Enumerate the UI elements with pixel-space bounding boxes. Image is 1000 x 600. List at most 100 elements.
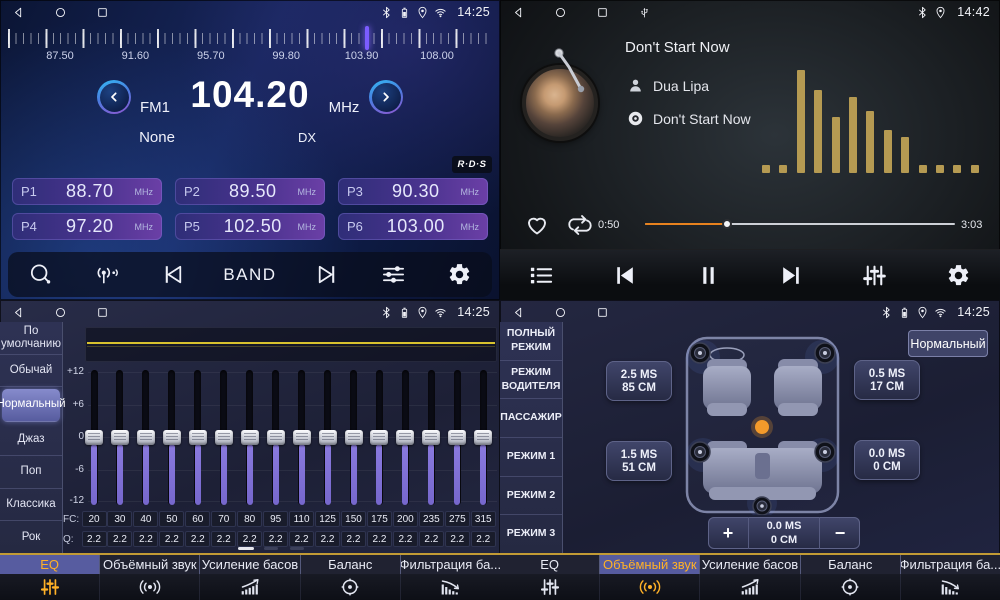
preset-button[interactable]: P289.50MHz (175, 178, 325, 205)
home-icon[interactable] (554, 6, 567, 19)
fc-value[interactable]: 50 (159, 511, 184, 527)
q-value[interactable]: 2.2 (341, 531, 366, 547)
progress-bar[interactable] (645, 223, 955, 225)
tab-balance-icon-cell[interactable] (301, 574, 401, 600)
eq-slider-knob[interactable] (345, 430, 363, 445)
q-value[interactable]: 2.2 (367, 531, 392, 547)
q-value[interactable]: 2.2 (211, 531, 236, 547)
back-icon[interactable] (12, 306, 25, 319)
q-value[interactable]: 2.2 (263, 531, 288, 547)
eq-preset-item[interactable]: Поп (0, 456, 62, 489)
prev-station-button[interactable] (158, 260, 188, 290)
fc-value[interactable]: 110 (289, 511, 314, 527)
eq-slider-knob[interactable] (370, 430, 388, 445)
speaker-rear-left[interactable] (690, 442, 710, 462)
listen-mode-item[interactable]: РЕЖИМ ВОДИТЕЛЯ (500, 361, 562, 400)
eq-slider-knob[interactable] (241, 430, 259, 445)
broadcast-scan-button[interactable] (92, 260, 122, 290)
eq-preset-item[interactable]: Джаз (0, 424, 62, 457)
listen-mode-item[interactable]: РЕЖИМ 3 (500, 515, 562, 553)
listen-mode-item[interactable]: РЕЖИМ 2 (500, 477, 562, 516)
speaker-rear-right[interactable] (815, 442, 835, 462)
eq-slider-knob[interactable] (267, 430, 285, 445)
prev-track-button[interactable] (610, 260, 640, 290)
tab-bass-filter[interactable]: Фильтрация ба... (401, 555, 500, 574)
band-button[interactable]: BAND (223, 260, 276, 290)
fc-value[interactable]: 175 (367, 511, 392, 527)
tab-balance[interactable]: Баланс (301, 555, 401, 574)
settings-button[interactable] (444, 260, 474, 290)
eq-slider-knob[interactable] (137, 430, 155, 445)
preset-button[interactable]: P497.20MHz (12, 213, 162, 240)
eq-preset-item[interactable]: Рок (0, 521, 62, 553)
fc-value[interactable]: 80 (237, 511, 262, 527)
sub-delay-plus-button[interactable]: + (708, 517, 749, 549)
delay-front-left-button[interactable]: 2.5 MS 85 CM (606, 361, 672, 401)
tab-bass-filter[interactable]: Фильтрация ба... (901, 555, 1000, 574)
delay-rear-right-button[interactable]: 0.0 MS 0 CM (854, 440, 920, 480)
q-value[interactable]: 2.2 (419, 531, 444, 547)
fc-value[interactable]: 125 (315, 511, 340, 527)
tab-bass-filter-icon-cell[interactable] (901, 574, 1000, 600)
eq-preset-item[interactable]: По умолчанию (0, 322, 62, 355)
tune-down-button[interactable] (97, 80, 131, 114)
eq-slider-knob[interactable] (422, 430, 440, 445)
recents-icon[interactable] (596, 6, 609, 19)
tab-surround[interactable]: Объёмный звук (600, 555, 700, 574)
eq-slider-knob[interactable] (85, 430, 103, 445)
preset-button[interactable]: P390.30MHz (338, 178, 488, 205)
delay-rear-left-button[interactable]: 1.5 MS 51 CM (606, 441, 672, 481)
tab-surround-icon-cell[interactable] (600, 574, 700, 600)
eq-slider-knob[interactable] (396, 430, 414, 445)
q-value[interactable]: 2.2 (445, 531, 470, 547)
recents-icon[interactable] (96, 6, 109, 19)
back-icon[interactable] (12, 6, 25, 19)
home-icon[interactable] (554, 306, 567, 319)
eq-slider-knob[interactable] (474, 430, 492, 445)
fc-value[interactable]: 200 (393, 511, 418, 527)
pause-button[interactable] (693, 260, 723, 290)
fc-value[interactable]: 150 (341, 511, 366, 527)
fc-value[interactable]: 60 (185, 511, 210, 527)
preset-button[interactable]: P5102.50MHz (175, 213, 325, 240)
tab-bass-boost-icon-cell[interactable] (200, 574, 300, 600)
eq-slider-knob[interactable] (111, 430, 129, 445)
profile-chip[interactable]: Нормальный (908, 330, 988, 357)
back-icon[interactable] (512, 6, 525, 19)
tab-balance[interactable]: Баланс (801, 555, 901, 574)
usb-icon[interactable] (638, 6, 651, 19)
tab-eq-icon-cell[interactable] (500, 574, 600, 600)
tab-bass-boost[interactable]: Усиление басов (200, 555, 300, 574)
q-value[interactable]: 2.2 (237, 531, 262, 547)
q-value[interactable]: 2.2 (82, 531, 107, 547)
tab-bass-filter-icon-cell[interactable] (401, 574, 500, 600)
tab-surround-icon-cell[interactable] (100, 574, 200, 600)
sub-delay-minus-button[interactable]: − (819, 517, 860, 549)
fc-value[interactable]: 70 (211, 511, 236, 527)
settings-button[interactable] (943, 260, 973, 290)
q-value[interactable]: 2.2 (159, 531, 184, 547)
eq-settings-button[interactable] (378, 260, 408, 290)
tab-surround[interactable]: Объёмный звук (100, 555, 200, 574)
delay-front-right-button[interactable]: 0.5 MS 17 CM (854, 360, 920, 400)
q-value[interactable]: 2.2 (289, 531, 314, 547)
playlist-button[interactable] (527, 260, 557, 290)
listen-mode-item[interactable]: ПОЛНЫЙ РЕЖИМ (500, 322, 562, 361)
next-station-button[interactable] (312, 260, 342, 290)
tab-eq-icon-cell[interactable] (0, 574, 100, 600)
eq-slider-knob[interactable] (215, 430, 233, 445)
fc-value[interactable]: 95 (263, 511, 288, 527)
home-icon[interactable] (54, 306, 67, 319)
eq-slider-knob[interactable] (448, 430, 466, 445)
tab-balance-icon-cell[interactable] (801, 574, 901, 600)
recents-icon[interactable] (96, 306, 109, 319)
recents-icon[interactable] (596, 306, 609, 319)
eq-preset-item[interactable]: Обычай (0, 355, 62, 388)
fc-value[interactable]: 275 (445, 511, 470, 527)
speaker-front-left[interactable] (690, 343, 710, 363)
q-value[interactable]: 2.2 (185, 531, 210, 547)
preset-button[interactable]: P6103.00MHz (338, 213, 488, 240)
speaker-front-right[interactable] (815, 343, 835, 363)
q-value[interactable]: 2.2 (133, 531, 158, 547)
fc-value[interactable]: 315 (471, 511, 496, 527)
